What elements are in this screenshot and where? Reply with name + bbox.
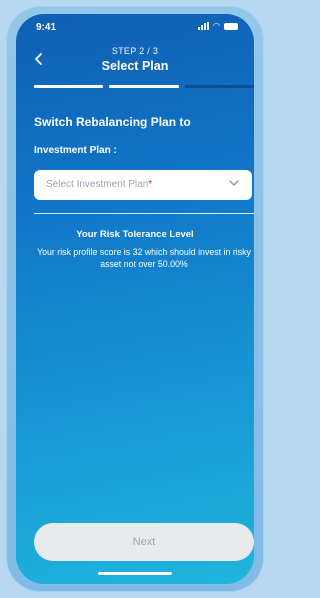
investment-plan-label: Investment Plan : bbox=[34, 145, 117, 156]
app-screen: 9:41 ◠ STEP 2 / 3 Select Plan Switch Reb… bbox=[16, 14, 254, 584]
device-frame: 9:41 ◠ STEP 2 / 3 Select Plan Switch Reb… bbox=[6, 6, 264, 592]
step-indicator: STEP 2 / 3 bbox=[111, 46, 159, 56]
progress-segment-2 bbox=[109, 85, 179, 88]
next-button[interactable]: Next bbox=[34, 523, 254, 561]
section-heading: Switch Rebalancing Plan to bbox=[34, 115, 191, 129]
status-time: 9:41 bbox=[36, 22, 57, 33]
wifi-icon: ◠ bbox=[213, 21, 220, 30]
investment-plan-select[interactable]: Select Investment Plan* bbox=[34, 170, 252, 200]
status-bar: 9:41 ◠ bbox=[16, 14, 254, 36]
divider bbox=[34, 213, 254, 214]
page-header: STEP 2 / 3 Select Plan bbox=[16, 46, 254, 73]
required-marker: * bbox=[148, 179, 153, 190]
progress-segment-1 bbox=[34, 85, 104, 88]
status-icons: ◠ bbox=[198, 22, 238, 30]
step-progress-bar bbox=[34, 85, 254, 88]
progress-segment-3 bbox=[184, 85, 254, 88]
risk-tolerance-description: Your risk profile score is 32 which shou… bbox=[37, 247, 251, 269]
risk-tolerance-title: Your Risk Tolerance Level bbox=[76, 229, 194, 240]
signal-icon bbox=[198, 22, 210, 30]
page-title: Select Plan bbox=[101, 59, 169, 73]
select-placeholder: Select Investment Plan bbox=[46, 179, 149, 190]
battery-icon bbox=[224, 22, 238, 30]
chevron-down-icon bbox=[229, 180, 239, 186]
home-indicator bbox=[98, 572, 172, 575]
